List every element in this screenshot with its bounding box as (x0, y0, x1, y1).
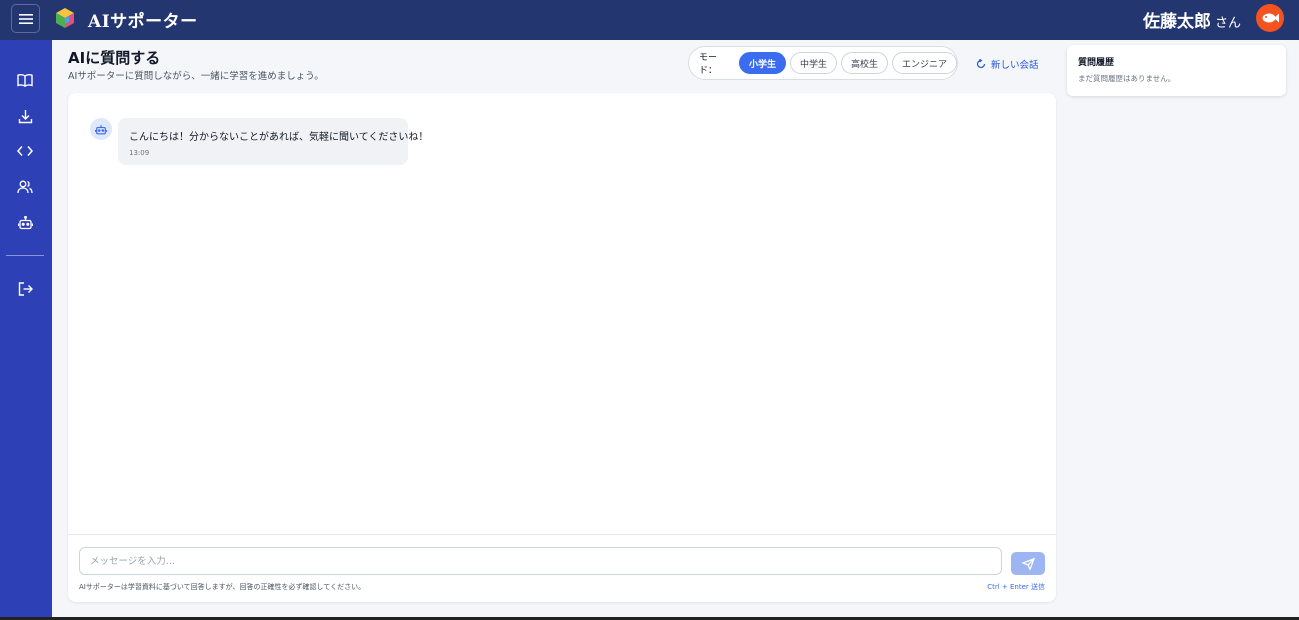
code-icon (17, 146, 33, 156)
mode-option-engineer[interactable]: エンジニア (891, 52, 957, 74)
disclaimer-text: AIサポーターは学習資料に基づいて回答しますが、回答の正確性を必ず確認してくださ… (79, 583, 366, 591)
history-title: 質問履歴 (1078, 58, 1115, 68)
fish-icon (1262, 13, 1279, 23)
bot-avatar (90, 118, 112, 140)
user-honorific: さん (1214, 16, 1241, 31)
page-subtitle: AIサポーターに質問しながら、一緒に学習を進めましょう。 (68, 71, 324, 82)
refresh-icon (976, 59, 986, 69)
robot-icon (95, 124, 107, 134)
sidebar-item-book[interactable] (14, 69, 36, 91)
users-icon (17, 180, 33, 194)
sidebar-item-code[interactable] (14, 140, 36, 162)
sidebar-item-download[interactable] (14, 105, 36, 127)
app-title: AIサポーター (88, 12, 198, 32)
history-panel: 質問履歴 まだ質問履歴はありません。 (1067, 45, 1286, 96)
input-area: AIサポーターは学習資料に基づいて回答しますが、回答の正確性を必ず確認してくださ… (68, 534, 1056, 602)
sidebar (0, 40, 52, 620)
message-input[interactable] (79, 547, 1002, 575)
user-avatar[interactable] (1256, 4, 1284, 32)
menu-button[interactable] (11, 4, 40, 33)
download-icon (18, 109, 32, 123)
sidebar-item-users[interactable] (14, 176, 36, 198)
history-empty-text: まだ質問履歴はありません。 (1078, 74, 1176, 83)
message-time: 13:09 (129, 149, 150, 157)
new-chat-label: 新しい会話 (991, 60, 1039, 71)
shortcut-hint: Ctrl + Enter 送信 (987, 583, 1045, 591)
book-icon (17, 74, 33, 87)
sidebar-divider (6, 255, 44, 256)
bot-message-bubble: こんにちは！分からないことがあれば、気軽に聞いてくださいね！ 13:09 (118, 118, 429, 165)
logout-icon (18, 282, 33, 296)
mode-option-elementary[interactable]: 小学生 (738, 52, 786, 74)
chat-panel: こんにちは！分からないことがあれば、気軽に聞いてくださいね！ 13:09 AIサ… (68, 93, 1056, 602)
mode-option-junior-high[interactable]: 中学生 (789, 52, 837, 74)
page-title: AIに質問する (68, 49, 161, 67)
top-bar: AIサポーター 佐藤太郎 さん (0, 0, 1299, 40)
new-chat-button[interactable]: 新しい会話 (976, 57, 1039, 71)
hamburger-icon (18, 13, 33, 24)
user-name: 佐藤太郎 さん (1143, 7, 1241, 32)
send-icon (1021, 557, 1035, 570)
robot-icon (17, 216, 33, 230)
mode-option-high-school[interactable]: 高校生 (840, 52, 888, 74)
message-text: こんにちは！分からないことがあれば、気軽に聞いてくださいね！ (129, 132, 429, 143)
sidebar-item-robot[interactable] (14, 212, 36, 234)
user-name-text: 佐藤太郎 (1142, 12, 1211, 32)
send-button[interactable] (1011, 552, 1045, 575)
app-logo-icon (56, 8, 74, 28)
mode-label: モード： (699, 53, 718, 76)
mode-selector: モード： 小学生 中学生 高校生 エンジニア (688, 46, 958, 80)
sidebar-item-logout[interactable] (14, 278, 36, 300)
